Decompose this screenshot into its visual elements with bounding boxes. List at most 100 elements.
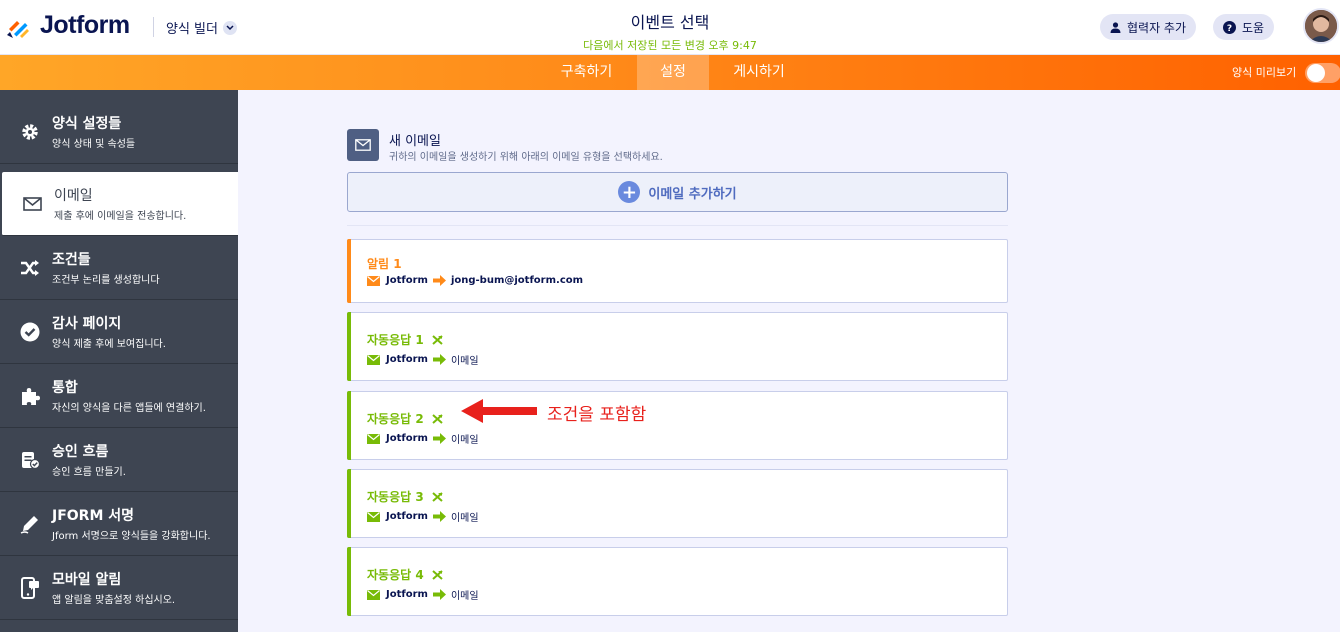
email-route: Jotform 이메일 <box>367 587 479 602</box>
arrow-right-icon <box>432 354 446 365</box>
add-collaborator-label: 협력자 추가 <box>1127 20 1187 35</box>
condition-icon <box>432 334 443 345</box>
gear-icon <box>20 122 40 142</box>
tab-publish[interactable]: 게시하기 <box>718 55 800 90</box>
sidebar-item-subtitle: 제출 후에 이메일을 전송합니다. <box>54 211 187 222</box>
section-divider <box>347 225 1008 226</box>
email-card-autoresponder-1[interactable]: 자동응답 1 Jotform 이메일 <box>347 312 1008 381</box>
form-preview-label: 양식 미리보기 <box>1232 66 1297 79</box>
tab-settings[interactable]: 설정 <box>637 55 709 90</box>
email-card-notification-1[interactable]: 알림 1 Jotform jong-bum@jotform.com <box>347 239 1008 303</box>
email-to: 이메일 <box>450 435 479 446</box>
email-name: 자동응답 2 <box>367 412 424 426</box>
new-email-subtitle: 귀하의 이메일을 생성하기 위해 아래의 이메일 유형을 선택하세요. <box>389 152 663 163</box>
builder-label: 양식 빌더 <box>166 22 218 37</box>
sidebar-item-emails[interactable]: 이메일 제출 후에 이메일을 전송합니다. <box>2 172 238 236</box>
settings-sidebar: 양식 설정들 양식 상태 및 속성들 이메일 제출 후에 이메일을 전송합니다.… <box>0 90 238 632</box>
svg-text:?: ? <box>1227 24 1232 34</box>
envelope-icon <box>347 129 379 161</box>
sidebar-item-approval-flows[interactable]: 승인 흐름 승인 흐름 만들기. <box>0 428 238 492</box>
arrow-right-icon <box>432 275 446 286</box>
email-card-autoresponder-3[interactable]: 자동응답 3 Jotform 이메일 <box>347 469 1008 538</box>
help-label: 도움 <box>1242 20 1265 35</box>
envelope-icon <box>367 275 380 286</box>
check-circle-icon <box>20 322 40 342</box>
annotation-label: 조건을 포함함 <box>547 405 647 425</box>
help-icon: ? <box>1223 20 1236 34</box>
email-to: 이메일 <box>450 591 479 602</box>
email-name: 자동응답 3 <box>367 490 424 504</box>
sidebar-item-subtitle: Jform 서명으로 양식들을 강화합니다. <box>52 531 211 542</box>
save-status: 다음에서 저장된 모든 변경 오후 9:47 <box>583 39 757 52</box>
email-route: Jotform 이메일 <box>367 431 479 446</box>
add-collaborator-button[interactable]: 협력자 추가 <box>1100 14 1197 40</box>
envelope-icon <box>367 354 380 365</box>
email-from: Jotform <box>386 433 428 444</box>
sidebar-item-title: JFORM 서명 <box>52 508 135 524</box>
tab-build[interactable]: 구축하기 <box>545 55 628 90</box>
sidebar-item-title: 감사 페이지 <box>52 316 122 332</box>
add-email-button[interactable]: + 이메일 추가하기 <box>347 172 1008 212</box>
envelope-icon <box>367 589 380 600</box>
email-to: 이메일 <box>450 513 479 524</box>
avatar[interactable] <box>1303 8 1339 44</box>
card-color-bar <box>347 469 351 538</box>
chevron-down-icon <box>222 20 237 35</box>
sidebar-item-subtitle: 승인 흐름 만들기. <box>52 467 126 478</box>
email-from: Jotform <box>386 511 428 522</box>
approval-icon <box>20 450 40 470</box>
sidebar-item-title: 승인 흐름 <box>52 444 109 460</box>
settings-nav-bar: 구축하기 설정 게시하기 양식 미리보기 <box>0 55 1340 90</box>
card-color-bar <box>347 391 351 460</box>
envelope-icon <box>367 511 380 522</box>
email-from: Jotform <box>386 354 428 365</box>
sidebar-item-form-settings[interactable]: 양식 설정들 양식 상태 및 속성들 <box>0 100 238 164</box>
sidebar-item-conditions[interactable]: 조건들 조건부 논리를 생성합니다 <box>0 236 238 300</box>
shuffle-icon <box>20 258 40 278</box>
sidebar-item-title: 통합 <box>52 380 78 396</box>
sidebar-item-jform-sign[interactable]: JFORM 서명 Jform 서명으로 양식들을 강화합니다. <box>0 492 238 556</box>
sidebar-item-subtitle: 앱 알림을 맞춤설정 하십시오. <box>52 595 176 606</box>
email-title-row: 자동응답 4 <box>367 566 443 583</box>
page-title: 이벤트 선택 <box>630 13 710 32</box>
header-divider <box>153 17 154 37</box>
pen-icon <box>20 514 40 534</box>
email-card-autoresponder-4[interactable]: 자동응답 4 Jotform 이메일 <box>347 547 1008 616</box>
sidebar-item-subtitle: 양식 제출 후에 보여집니다. <box>52 339 166 350</box>
top-header: Jotform 양식 빌더 이벤트 선택 다음에서 저장된 모든 변경 오후 9… <box>0 0 1340 55</box>
email-title-row: 자동응답 1 <box>367 331 443 348</box>
email-from: Jotform <box>386 275 428 286</box>
jotform-logo-icon <box>7 20 29 38</box>
sidebar-item-subtitle: 자신의 양식을 다른 앱들에 연결하기. <box>52 403 206 414</box>
sidebar-item-title: 양식 설정들 <box>52 116 122 132</box>
toggle-knob <box>1307 64 1325 82</box>
email-name: 알림 1 <box>367 257 402 271</box>
email-to: jong-bum@jotform.com <box>450 275 584 286</box>
mobile-icon <box>20 577 40 599</box>
email-title-row: 자동응답 2 <box>367 410 443 427</box>
email-route: Jotform 이메일 <box>367 352 479 367</box>
arrow-right-icon <box>432 589 446 600</box>
form-preview-toggle[interactable] <box>1305 63 1340 83</box>
jotform-logo[interactable]: Jotform <box>6 11 130 40</box>
sidebar-item-mobile-notifications[interactable]: 모바일 알림 앱 알림을 맞춤설정 하십시오. <box>0 556 238 620</box>
new-email-title: 새 이메일 <box>389 134 441 149</box>
sidebar-item-integrations[interactable]: 통합 자신의 양식을 다른 앱들에 연결하기. <box>0 364 238 428</box>
condition-icon <box>432 413 443 424</box>
email-card-autoresponder-2[interactable]: 자동응답 2 Jotform 이메일 <box>347 391 1008 460</box>
sidebar-item-thank-you-page[interactable]: 감사 페이지 양식 제출 후에 보여집니다. <box>0 300 238 364</box>
form-builder-dropdown[interactable]: 양식 빌더 <box>166 18 237 37</box>
help-button[interactable]: ? 도움 <box>1213 14 1275 40</box>
page-title-block: 이벤트 선택 다음에서 저장된 모든 변경 오후 9:47 <box>520 9 820 53</box>
sidebar-item-title: 조건들 <box>52 252 91 268</box>
logo-text: Jotform <box>40 11 130 39</box>
email-route: Jotform jong-bum@jotform.com <box>367 275 583 286</box>
card-color-bar <box>347 312 351 381</box>
sidebar-item-title: 이메일 <box>54 188 93 204</box>
arrow-right-icon <box>432 511 446 522</box>
arrow-right-icon <box>432 433 446 444</box>
condition-icon <box>432 491 443 502</box>
sidebar-item-subtitle: 양식 상태 및 속성들 <box>52 139 136 150</box>
user-icon <box>1110 21 1121 33</box>
sidebar-item-title: 모바일 알림 <box>52 572 122 588</box>
